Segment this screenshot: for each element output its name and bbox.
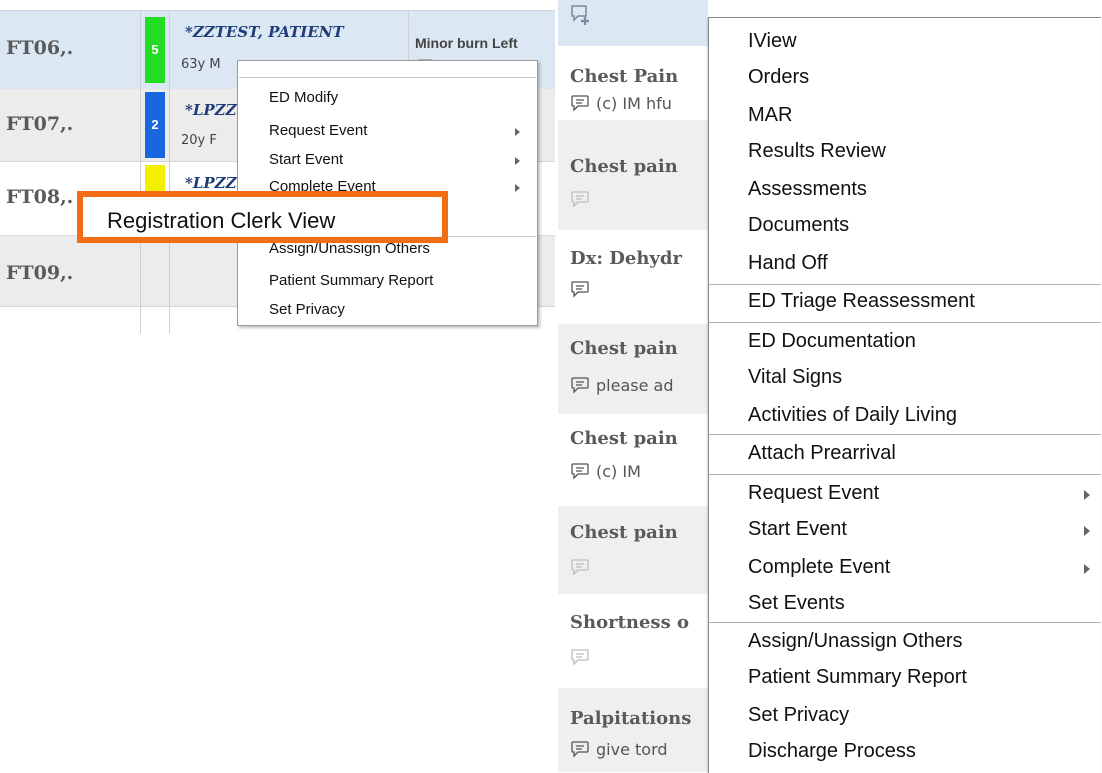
menu-item-attach-prearrival[interactable]: Attach Prearrival [748, 442, 896, 465]
menu-item-assign-unassign-others[interactable]: Assign/Unassign Others [748, 630, 963, 653]
add-comment-icon[interactable] [570, 4, 592, 32]
cell-comment[interactable]: (c) IM hfu [570, 94, 672, 116]
tracking-cell[interactable]: Shortness o [558, 596, 708, 684]
menu-item-vital-signs[interactable]: Vital Signs [748, 366, 842, 389]
column-divider [169, 236, 170, 334]
comment-icon[interactable] [570, 558, 590, 580]
patient-name[interactable]: *LPZZ [185, 174, 237, 192]
menu-item-results-review[interactable]: Results Review [748, 140, 886, 163]
comment-icon[interactable] [570, 190, 590, 212]
submenu-arrow-icon [1084, 564, 1090, 574]
column-divider [140, 236, 141, 334]
menu-item-patient-summary-report[interactable]: Patient Summary Report [748, 666, 967, 689]
submenu-arrow-icon [515, 128, 520, 136]
column-divider [140, 11, 141, 89]
comment-icon[interactable] [570, 280, 590, 302]
cell-title: Palpitations [570, 708, 692, 729]
submenu-arrow-icon [515, 157, 520, 165]
cell-title: Chest pain [570, 428, 678, 449]
menu-item-documents[interactable]: Documents [748, 214, 849, 237]
column-divider [169, 11, 170, 89]
acuity-badge: 2 [145, 92, 165, 158]
patient-name[interactable]: *ZZTEST, PATIENT [185, 23, 344, 41]
cell-title: Chest pain [570, 522, 678, 543]
comment-icon[interactable] [570, 648, 590, 670]
menu-item-set-events[interactable]: Set Events [748, 592, 845, 615]
menu-item-discharge-process[interactable]: Discharge Process [748, 740, 916, 763]
menu-item-set-privacy[interactable]: Set Privacy [269, 301, 345, 318]
column-divider [140, 89, 141, 161]
cell-title: Chest pain [570, 338, 678, 359]
tracking-cell[interactable]: Chest pain (c) IM [558, 416, 708, 506]
cell-comment[interactable]: give tord [570, 740, 668, 762]
room-label: FT07,. [6, 113, 74, 135]
menu-item-ed-modify[interactable]: ED Modify [269, 89, 338, 106]
tracking-cell[interactable]: Chest pain [558, 506, 708, 594]
submenu-arrow-icon [1084, 526, 1090, 536]
tracking-cell[interactable]: Chest pain [558, 120, 708, 230]
tracking-cell[interactable]: Chest pain please ad [558, 324, 708, 414]
room-label: FT06,. [6, 37, 74, 59]
menu-separator [709, 284, 1101, 285]
column-header [558, 0, 708, 46]
cell-title: Chest pain [570, 156, 678, 177]
callout-label: Registration Clerk View [107, 208, 336, 233]
menu-separator [239, 77, 536, 78]
chief-complaint: Minor burn Left [415, 35, 518, 51]
context-menu-large: IView Orders MAR Results Review Assessme… [708, 17, 1101, 773]
cell-comment[interactable]: (c) IM [570, 462, 641, 484]
menu-item-start-event[interactable]: Start Event [269, 151, 343, 168]
submenu-arrow-icon [1084, 490, 1090, 500]
patient-demographics: 20y F [181, 133, 217, 148]
menu-item-mar[interactable]: MAR [748, 104, 792, 127]
acuity-badge [145, 165, 165, 193]
room-label: FT08,. [6, 186, 74, 208]
patient-name[interactable]: *LPZZ [185, 101, 237, 119]
room-label: FT09,. [6, 262, 74, 284]
menu-item-patient-summary-report[interactable]: Patient Summary Report [269, 272, 433, 289]
menu-item-iview[interactable]: IView [748, 30, 797, 53]
menu-item-start-event[interactable]: Start Event [748, 518, 847, 541]
cell-title: Dx: Dehydr [570, 248, 682, 269]
menu-item-ed-documentation[interactable]: ED Documentation [748, 330, 916, 353]
patient-demographics: 63y M [181, 57, 221, 72]
menu-item-orders[interactable]: Orders [748, 66, 809, 89]
menu-item-request-event[interactable]: Request Event [269, 122, 367, 139]
cell-title: Shortness o [570, 612, 689, 633]
column-divider [169, 89, 170, 161]
acuity-badge: 5 [145, 17, 165, 83]
menu-separator [709, 322, 1101, 323]
tracking-cell[interactable]: Chest Pain (c) IM hfu [558, 46, 708, 113]
callout-box: Registration Clerk View [77, 191, 448, 243]
menu-item-hand-off[interactable]: Hand Off [748, 252, 828, 275]
menu-separator [709, 434, 1101, 435]
menu-item-set-privacy[interactable]: Set Privacy [748, 704, 849, 727]
menu-item-complete-event[interactable]: Complete Event [748, 556, 890, 579]
cell-title: Chest Pain [570, 66, 679, 87]
menu-separator [709, 474, 1101, 475]
tracking-cell[interactable]: Palpitations give tord [558, 688, 708, 772]
menu-separator [709, 622, 1101, 623]
menu-item-ed-triage-reassessment[interactable]: ED Triage Reassessment [748, 290, 975, 313]
menu-item-assessments[interactable]: Assessments [748, 178, 867, 201]
menu-item-request-event[interactable]: Request Event [748, 482, 879, 505]
submenu-arrow-icon [515, 184, 520, 192]
cell-comment[interactable]: please ad [570, 376, 673, 398]
tracking-cell[interactable]: Dx: Dehydr [558, 232, 708, 330]
menu-item-activities-of-daily-living[interactable]: Activities of Daily Living [748, 404, 957, 427]
